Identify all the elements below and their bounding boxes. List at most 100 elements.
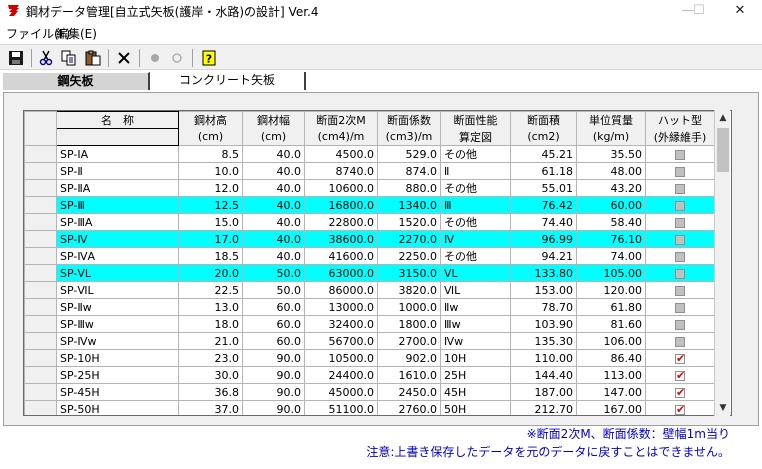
cut-button[interactable]: [35, 47, 57, 69]
cell-width[interactable]: 90.0: [242, 366, 305, 384]
cell-modulus[interactable]: 1800.0: [377, 315, 441, 333]
cell-name[interactable]: SP-Ⅳw: [56, 332, 179, 350]
help-button[interactable]: ?: [198, 47, 220, 69]
cell-width[interactable]: 40.0: [242, 196, 305, 214]
row-header[interactable]: [24, 383, 57, 401]
cell-chart[interactable]: Ⅲw: [440, 315, 511, 333]
hat-type-checkbox[interactable]: [675, 369, 685, 382]
table-row[interactable]: SP-ⅡA 12.0 40.0 10600.0 880.0 その他 55.01 43.20: [24, 179, 715, 197]
cell-mass[interactable]: 58.40: [576, 213, 646, 231]
cell-chart[interactable]: ⅤL: [440, 264, 511, 282]
cell-mass[interactable]: 61.80: [576, 298, 646, 316]
cell-width[interactable]: 50.0: [242, 264, 305, 282]
cell-area[interactable]: 61.18: [510, 162, 577, 180]
row-header[interactable]: [24, 247, 57, 265]
cell-area[interactable]: 212.70: [510, 400, 577, 415]
hat-type-checkbox[interactable]: [675, 285, 685, 296]
cell-area[interactable]: 45.21: [510, 145, 577, 163]
cell-mass[interactable]: 43.20: [576, 179, 646, 197]
cell-chart[interactable]: その他: [440, 179, 511, 197]
cell-mass[interactable]: 60.00: [576, 196, 646, 214]
cell-area[interactable]: 133.80: [510, 264, 577, 282]
cell-modulus[interactable]: 1000.0: [377, 298, 441, 316]
table-row[interactable]: SP-ⅠA 8.5 40.0 4500.0 529.0 その他 45.21 35.50: [24, 145, 715, 163]
table-row[interactable]: SP-25H 30.0 90.0 24400.0 1610.0 25H 144.40 113.…: [24, 366, 715, 384]
cell-modulus[interactable]: 2700.0: [377, 332, 441, 350]
cell-moment[interactable]: 32400.0: [304, 315, 378, 333]
table-row[interactable]: SP-Ⅱw 13.0 60.0 13000.0 1000.0 Ⅱw 78.70 61.80: [24, 298, 715, 316]
cell-area[interactable]: 76.42: [510, 196, 577, 214]
hat-type-checkbox[interactable]: [675, 268, 685, 279]
cell-moment[interactable]: 45000.0: [304, 383, 378, 401]
cell-area[interactable]: 96.99: [510, 230, 577, 248]
cell-width[interactable]: 90.0: [242, 400, 305, 415]
hat-type-checkbox[interactable]: [675, 200, 685, 211]
cell-width[interactable]: 60.0: [242, 315, 305, 333]
cell-area[interactable]: 110.00: [510, 349, 577, 367]
cell-modulus[interactable]: 902.0: [377, 349, 441, 367]
scroll-thumb[interactable]: [717, 128, 729, 172]
cell-height[interactable]: 23.0: [178, 349, 243, 367]
row-header[interactable]: [24, 230, 57, 248]
cell-width[interactable]: 40.0: [242, 247, 305, 265]
cell-height[interactable]: 20.0: [178, 264, 243, 282]
cell-chart[interactable]: Ⅳw: [440, 332, 511, 350]
steel-data-grid[interactable]: 名 称 鋼材高 鋼材幅 断面2次M 断面係数 断面性能 断面積 単位質量 ハット…: [23, 110, 732, 416]
cell-moment[interactable]: 16800.0: [304, 196, 378, 214]
cell-modulus[interactable]: 2270.0: [377, 230, 441, 248]
cell-width[interactable]: 40.0: [242, 230, 305, 248]
hat-type-checkbox[interactable]: [675, 352, 685, 365]
close-button[interactable]: ✕: [718, 0, 762, 22]
cell-name[interactable]: SP-Ⅱw: [56, 298, 179, 316]
row-header[interactable]: [24, 213, 57, 231]
cell-moment[interactable]: 4500.0: [304, 145, 378, 163]
table-row[interactable]: SP-50H 37.0 90.0 51100.0 2760.0 50H 212.70 167.…: [24, 400, 715, 415]
cell-chart[interactable]: Ⅱw: [440, 298, 511, 316]
cell-mass[interactable]: 74.00: [576, 247, 646, 265]
table-row[interactable]: SP-ⅥL 22.5 50.0 86000.0 3820.0 ⅥL 153.00 120.00: [24, 281, 715, 299]
cell-chart[interactable]: その他: [440, 213, 511, 231]
save-button[interactable]: [5, 47, 27, 69]
hat-type-checkbox[interactable]: [675, 251, 685, 262]
table-row[interactable]: SP-Ⅲw 18.0 60.0 32400.0 1800.0 Ⅲw 103.90 81.60: [24, 315, 715, 333]
cell-name[interactable]: SP-Ⅱ: [56, 162, 179, 180]
cell-name[interactable]: SP-ⅢA: [56, 213, 179, 231]
hat-type-checkbox[interactable]: [675, 217, 685, 228]
table-row[interactable]: SP-ⅢA 15.0 40.0 22800.0 1520.0 その他 74.40 58.40: [24, 213, 715, 231]
cell-name[interactable]: SP-ⅤL: [56, 264, 179, 282]
table-row[interactable]: SP-ⅣA 18.5 40.0 41600.0 2250.0 その他 94.21 74.00: [24, 247, 715, 265]
cell-modulus[interactable]: 3150.0: [377, 264, 441, 282]
hat-type-checkbox[interactable]: [675, 166, 685, 177]
cell-moment[interactable]: 63000.0: [304, 264, 378, 282]
cell-chart[interactable]: 10H: [440, 349, 511, 367]
cell-moment[interactable]: 10600.0: [304, 179, 378, 197]
cell-width[interactable]: 40.0: [242, 145, 305, 163]
scroll-up-arrow[interactable]: ▲: [715, 110, 731, 126]
cell-name[interactable]: SP-ⅥL: [56, 281, 179, 299]
cell-moment[interactable]: 41600.0: [304, 247, 378, 265]
cell-area[interactable]: 74.40: [510, 213, 577, 231]
cell-chart[interactable]: Ⅲ: [440, 196, 511, 214]
cell-mass[interactable]: 86.40: [576, 349, 646, 367]
tab-steel-sheet-pile[interactable]: 鋼矢板: [2, 72, 150, 90]
cell-width[interactable]: 40.0: [242, 213, 305, 231]
table-row[interactable]: SP-ⅤL 20.0 50.0 63000.0 3150.0 ⅤL 133.80 105.00: [24, 264, 715, 282]
row-header[interactable]: [24, 349, 57, 367]
cell-mass[interactable]: 147.00: [576, 383, 646, 401]
cell-height[interactable]: 13.0: [178, 298, 243, 316]
cell-moment[interactable]: 22800.0: [304, 213, 378, 231]
cell-chart[interactable]: Ⅳ: [440, 230, 511, 248]
cell-area[interactable]: 135.30: [510, 332, 577, 350]
cell-width[interactable]: 90.0: [242, 349, 305, 367]
cell-modulus[interactable]: 529.0: [377, 145, 441, 163]
cell-mass[interactable]: 48.00: [576, 162, 646, 180]
hat-type-checkbox[interactable]: [675, 336, 685, 347]
cell-chart[interactable]: 25H: [440, 366, 511, 384]
cell-chart[interactable]: 50H: [440, 400, 511, 415]
cell-modulus[interactable]: 1340.0: [377, 196, 441, 214]
table-row[interactable]: SP-Ⅲ 12.5 40.0 16800.0 1340.0 Ⅲ 76.42 60.00: [24, 196, 715, 214]
cell-moment[interactable]: 8740.0: [304, 162, 378, 180]
cell-mass[interactable]: 167.00: [576, 400, 646, 415]
cell-name[interactable]: SP-ⅠA: [56, 145, 179, 163]
cell-height[interactable]: 15.0: [178, 213, 243, 231]
